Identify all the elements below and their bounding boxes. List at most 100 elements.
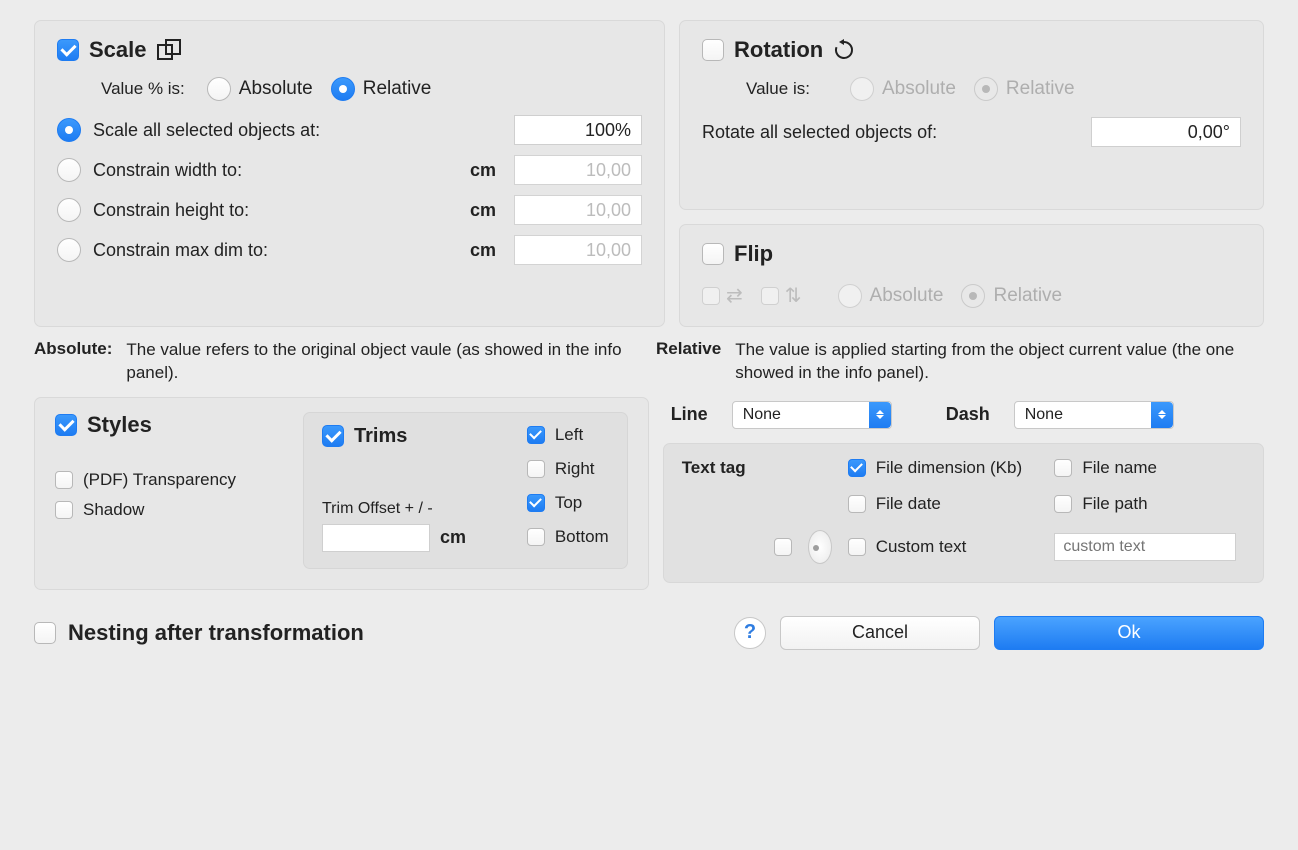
styles-panel: Styles (PDF) Transparency Shadow Trims xyxy=(34,397,649,590)
help-relative: Relative The value is applied starting f… xyxy=(656,339,1264,385)
trim-bottom-checkbox[interactable] xyxy=(527,528,545,546)
trims-panel: Trims Trim Offset + / - cm Left xyxy=(303,412,628,569)
flip-panel: Flip ⇄ ⇅ Absolute xyxy=(679,224,1264,327)
rotation-value-label: Value is: xyxy=(746,79,810,99)
help-row: Absolute: The value refers to the origin… xyxy=(34,339,1264,385)
trim-offset-field[interactable] xyxy=(322,524,430,552)
unit-cm-1: cm xyxy=(470,160,496,181)
trims-title-row: Trims xyxy=(322,425,407,448)
flip-absolute-radio xyxy=(838,284,862,308)
trim-right-option[interactable]: Right xyxy=(527,459,609,479)
file-path-option[interactable]: File path xyxy=(1054,494,1245,514)
constrain-width-option[interactable]: Constrain width to: cm xyxy=(57,155,642,185)
flip-horizontal-pair: ⇄ xyxy=(702,283,743,308)
nesting-checkbox[interactable] xyxy=(34,622,56,644)
custom-text-checkbox[interactable] xyxy=(848,538,866,556)
text-tag-panel: Text tag File dimension (Kb) File name F… xyxy=(663,443,1264,583)
custom-text-option[interactable]: Custom text xyxy=(848,537,1039,557)
trims-left: Trims Trim Offset + / - cm xyxy=(322,425,497,552)
trim-top-option[interactable]: Top xyxy=(527,493,609,513)
file-date-label: File date xyxy=(876,494,941,514)
dash-select[interactable]: None xyxy=(1014,401,1174,429)
help-button[interactable]: ? xyxy=(734,617,766,649)
shadow-checkbox[interactable] xyxy=(55,501,73,519)
shadow-label: Shadow xyxy=(83,500,144,520)
flip-enabled-checkbox[interactable] xyxy=(702,243,724,265)
constrain-height-field[interactable] xyxy=(514,195,642,225)
nesting-label: Nesting after transformation xyxy=(68,620,364,646)
rotation-relative-radio xyxy=(974,77,998,101)
text-tag-grid: Text tag File dimension (Kb) File name F… xyxy=(682,458,1245,564)
scale-all-radio[interactable] xyxy=(57,118,81,142)
line-select[interactable]: None xyxy=(732,401,892,429)
constrain-max-radio[interactable] xyxy=(57,238,81,262)
nesting-option[interactable]: Nesting after transformation xyxy=(34,620,364,646)
angle-dial[interactable] xyxy=(808,530,832,564)
constrain-height-option[interactable]: Constrain height to: cm xyxy=(57,195,642,225)
rotation-title-row: Rotation xyxy=(702,37,855,63)
scale-percent-field[interactable] xyxy=(514,115,642,145)
trim-top-checkbox[interactable] xyxy=(527,494,545,512)
pdf-transparency-checkbox[interactable] xyxy=(55,471,73,489)
trim-bottom-label: Bottom xyxy=(555,527,609,547)
trim-left-checkbox[interactable] xyxy=(527,426,545,444)
constrain-max-field[interactable] xyxy=(514,235,642,265)
trim-right-checkbox[interactable] xyxy=(527,460,545,478)
constrain-width-field[interactable] xyxy=(514,155,642,185)
scale-panel: Scale Value % is: Absolute Relative xyxy=(34,20,665,327)
scale-absolute-radio[interactable] xyxy=(207,77,231,101)
constrain-height-radio[interactable] xyxy=(57,198,81,222)
file-name-option[interactable]: File name xyxy=(1054,458,1245,478)
trim-offset-unit: cm xyxy=(440,527,466,548)
help-relative-val: The value is applied starting from the o… xyxy=(735,339,1264,385)
flip-title: Flip xyxy=(734,241,773,267)
rotation-title: Rotation xyxy=(734,37,823,63)
scale-absolute-option[interactable]: Absolute xyxy=(207,77,313,101)
trim-bottom-option[interactable]: Bottom xyxy=(527,527,609,547)
ok-button[interactable]: Ok xyxy=(994,616,1264,650)
shadow-option[interactable]: Shadow xyxy=(55,500,285,520)
rotation-absolute-label: Absolute xyxy=(882,78,956,100)
scale-relative-label: Relative xyxy=(363,78,432,100)
line-select-value: None xyxy=(743,406,781,424)
select-stepper-icon xyxy=(1151,402,1173,428)
tag-row-toggle[interactable] xyxy=(682,538,792,556)
cancel-button[interactable]: Cancel xyxy=(780,616,980,650)
file-date-option[interactable]: File date xyxy=(848,494,1039,514)
styles-enabled-checkbox[interactable] xyxy=(55,414,77,436)
scale-relative-radio[interactable] xyxy=(331,77,355,101)
trims-enabled-checkbox[interactable] xyxy=(322,425,344,447)
rotate-value-field[interactable] xyxy=(1091,117,1241,147)
file-name-checkbox[interactable] xyxy=(1054,459,1072,477)
dash-select-value: None xyxy=(1025,406,1063,424)
constrain-max-label: Constrain max dim to: xyxy=(93,240,268,261)
select-stepper-icon xyxy=(869,402,891,428)
custom-text-field[interactable] xyxy=(1054,533,1236,561)
flip-options-row: ⇄ ⇅ Absolute Relative xyxy=(702,283,1241,308)
trim-left-option[interactable]: Left xyxy=(527,425,609,445)
tag-angle-dial-cell[interactable] xyxy=(808,530,832,564)
scale-enabled-checkbox[interactable] xyxy=(57,39,79,61)
file-path-checkbox[interactable] xyxy=(1054,495,1072,513)
trim-left-label: Left xyxy=(555,425,583,445)
scale-all-option[interactable]: Scale all selected objects at: xyxy=(57,115,642,145)
flip-absolute-label: Absolute xyxy=(870,285,944,307)
rotation-icon xyxy=(833,39,855,61)
rotation-enabled-checkbox[interactable] xyxy=(702,39,724,61)
rotation-relative-option: Relative xyxy=(974,77,1075,101)
file-dimension-checkbox[interactable] xyxy=(848,459,866,477)
constrain-max-option[interactable]: Constrain max dim to: cm xyxy=(57,235,642,265)
file-dimension-option[interactable]: File dimension (Kb) xyxy=(848,458,1039,478)
file-name-label: File name xyxy=(1082,458,1157,478)
tag-master-checkbox[interactable] xyxy=(774,538,792,556)
rotation-absolute-option: Absolute xyxy=(850,77,956,101)
file-date-checkbox[interactable] xyxy=(848,495,866,513)
file-path-label: File path xyxy=(1082,494,1147,514)
right-top-column: Rotation Value is: Absolute R xyxy=(679,20,1264,327)
scale-relative-option[interactable]: Relative xyxy=(331,77,432,101)
scale-title-row: Scale xyxy=(57,37,185,63)
constrain-width-radio[interactable] xyxy=(57,158,81,182)
help-absolute-val: The value refers to the original object … xyxy=(126,339,642,385)
help-absolute: Absolute: The value refers to the origin… xyxy=(34,339,642,385)
pdf-transparency-option[interactable]: (PDF) Transparency xyxy=(55,470,285,490)
